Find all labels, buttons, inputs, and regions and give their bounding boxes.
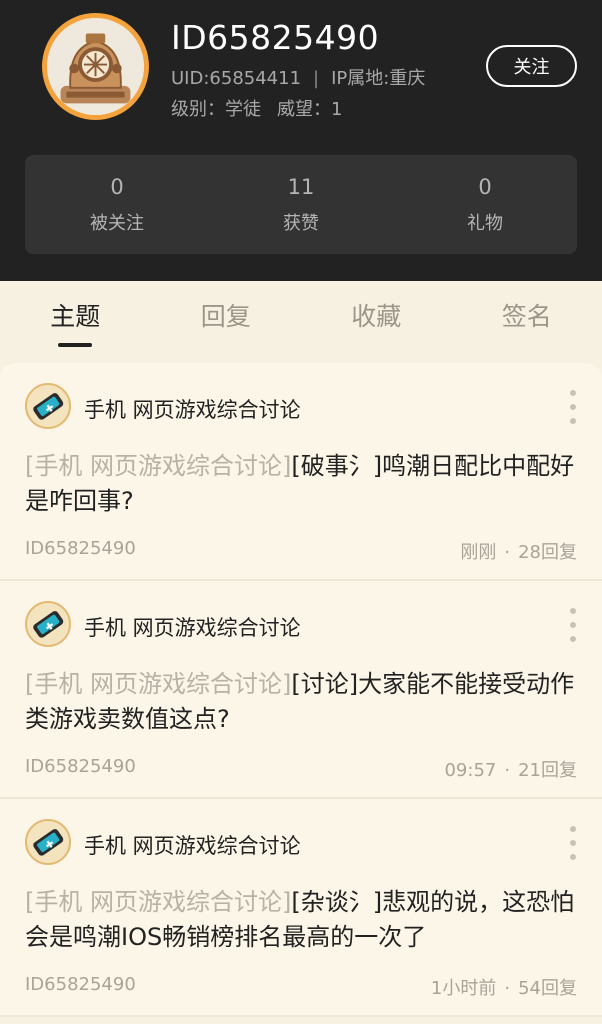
stat-value: 0 [478,174,492,199]
post-time: 09:57 [444,760,497,781]
meta-dot: · [504,760,511,781]
uid-ip-line: UID:65854411 | IP属地:重庆 [171,64,425,90]
post-time: 1小时前 [430,978,497,999]
reply-count: 28回复 [518,542,577,563]
more-vertical-icon[interactable] [566,826,580,860]
uid-text: UID:65854411 [171,68,302,89]
diving-helmet-icon [47,18,144,115]
post-list: 手机 网页游戏综合讨论 [手机 网页游戏综合讨论][破事氵]鸣潮日配比中配好是咋… [0,363,602,1017]
tab-favorites[interactable]: 收藏 [301,281,452,349]
follow-button[interactable]: 关注 [486,45,577,87]
reply-count: 54回复 [518,978,577,999]
stat-gifts[interactable]: 0 礼物 [393,155,577,254]
avatar[interactable] [42,13,149,120]
stat-label: 礼物 [467,212,503,234]
post-author: ID65825490 [25,538,136,559]
post-title[interactable]: [手机 网页游戏综合讨论][杂谈氵]悲观的说，这恐怕会是鸣潮IOS畅销榜排名最高… [25,885,581,955]
tab-bar: 主题 回复 收藏 签名 [0,281,602,349]
game-phone-icon[interactable] [25,819,71,865]
stat-label: 被关注 [90,212,144,234]
more-vertical-icon[interactable] [566,608,580,642]
post-title[interactable]: [手机 网页游戏综合讨论][讨论]大家能不能接受动作类游戏卖数值这点? [25,667,581,737]
separator: | [313,68,320,89]
level-line: 级别：学徒 威望：1 [171,95,342,121]
forum-name[interactable]: 手机 网页游戏综合讨论 [84,612,301,642]
tab-topics[interactable]: 主题 [0,281,151,349]
post-meta: 1小时前 · 54回复 [431,974,577,1000]
more-vertical-icon[interactable] [566,390,580,424]
stat-label: 获赞 [283,212,319,234]
reputation-text: 威望：1 [277,99,343,120]
reply-count: 21回复 [518,760,577,781]
stat-value: 0 [110,174,124,199]
meta-dot: · [504,542,511,563]
username: ID65825490 [171,18,380,57]
post-meta: 刚刚 · 28回复 [460,538,577,564]
post-card[interactable]: 手机 网页游戏综合讨论 [手机 网页游戏综合讨论][破事氵]鸣潮日配比中配好是咋… [0,363,602,581]
forum-tag: [手机 网页游戏综合讨论] [25,670,292,698]
tab-signature[interactable]: 签名 [452,281,602,349]
ip-location: IP属地:重庆 [331,68,426,89]
forum-tag: [手机 网页游戏综合讨论] [25,452,292,480]
stat-followers[interactable]: 0 被关注 [25,155,209,254]
post-time: 刚刚 [460,542,497,563]
post-card[interactable]: 手机 网页游戏综合讨论 [手机 网页游戏综合讨论][杂谈氵]悲观的说，这恐怕会是… [0,799,602,1017]
level-text: 级别：学徒 [171,99,261,120]
forum-name[interactable]: 手机 网页游戏综合讨论 [84,394,301,424]
post-card[interactable]: 手机 网页游戏综合讨论 [手机 网页游戏综合讨论][讨论]大家能不能接受动作类游… [0,581,602,799]
post-author: ID65825490 [25,756,136,777]
forum-name[interactable]: 手机 网页游戏综合讨论 [84,830,301,860]
post-meta: 09:57 · 21回复 [444,756,577,782]
game-phone-icon[interactable] [25,601,71,647]
stats-panel: 0 被关注 11 获赞 0 礼物 [25,155,577,254]
tab-replies[interactable]: 回复 [151,281,302,349]
meta-dot: · [504,978,511,999]
forum-tag: [手机 网页游戏综合讨论] [25,888,292,916]
game-phone-icon[interactable] [25,383,71,429]
post-title[interactable]: [手机 网页游戏综合讨论][破事氵]鸣潮日配比中配好是咋回事? [25,449,581,519]
post-author: ID65825490 [25,974,136,995]
stat-likes[interactable]: 11 获赞 [209,155,393,254]
profile-header: ID65825490 UID:65854411 | IP属地:重庆 级别：学徒 威望：… [0,0,602,281]
stat-value: 11 [287,174,315,199]
